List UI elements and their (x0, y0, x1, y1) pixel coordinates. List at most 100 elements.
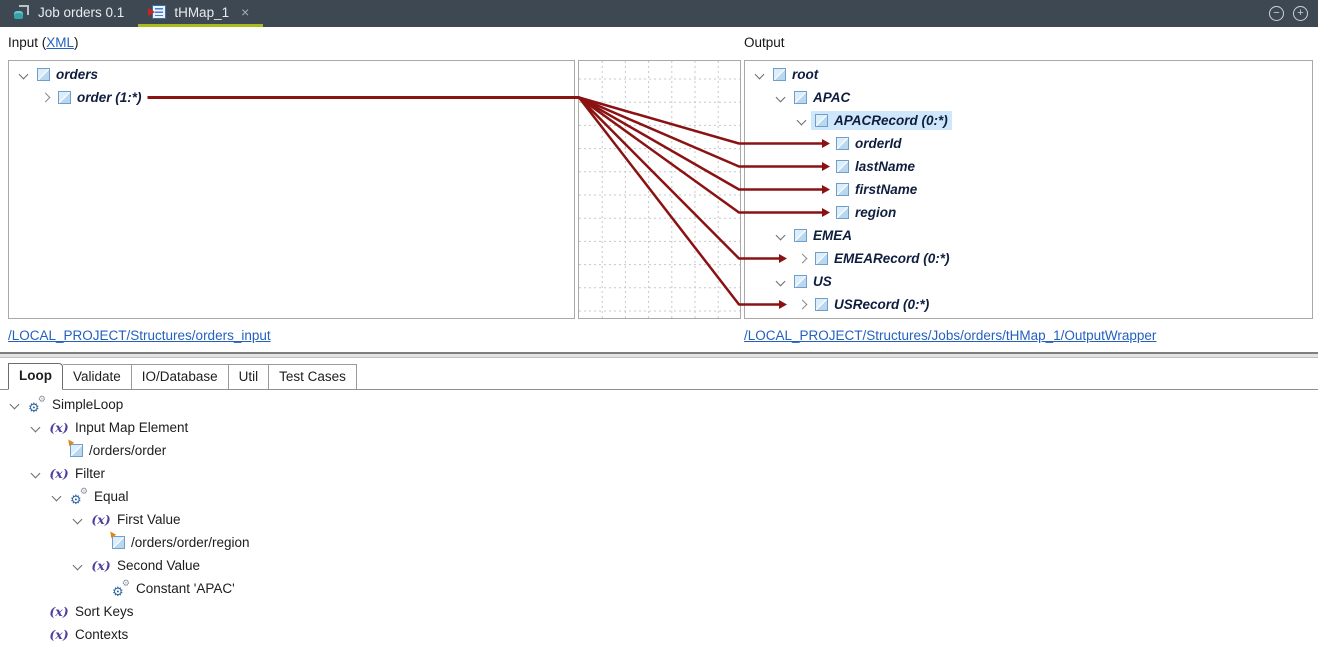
close-icon[interactable]: × (241, 4, 249, 20)
chevron-down-icon[interactable] (48, 485, 66, 508)
tree-item-label: APAC (813, 90, 851, 105)
tree-item-first-value[interactable]: (x) First Value (0, 508, 1318, 531)
output-panel-header: Output (744, 35, 785, 50)
tree-item-contexts[interactable]: (x) Contexts (0, 623, 1318, 646)
mapping-editor: Input (XML) Output orders order (1:*) roo… (0, 27, 1318, 352)
tree-item-label: Contexts (75, 627, 129, 642)
tree-item-equal[interactable]: Equal (0, 485, 1318, 508)
tree-item-firstname[interactable]: firstName (745, 178, 1312, 201)
tree-item-label: EMEARecord (0:*) (834, 251, 950, 266)
editor-tab-thmap-1[interactable]: tHMap_1 × (138, 0, 264, 27)
chevron-down-icon[interactable] (793, 109, 811, 132)
tree-item-core: lastName (832, 157, 919, 176)
editor-tab-label: tHMap_1 (174, 4, 230, 20)
chevron-down-icon[interactable] (15, 63, 33, 86)
tree-item-emearecord-0[interactable]: EMEARecord (0:*) (745, 247, 1312, 270)
tab-util[interactable]: Util (228, 364, 270, 389)
tree-item-core: (x) Sort Keys (45, 602, 138, 621)
element-icon (58, 91, 71, 104)
tree-item-core: order (1:*) (54, 88, 146, 107)
tree-item-core: SimpleLoop (24, 395, 127, 415)
tab-io-database[interactable]: IO/Database (131, 364, 229, 389)
function-icon: (x) (49, 466, 69, 481)
chevron-down-icon[interactable] (751, 63, 769, 86)
tree-item-orders[interactable]: orders (9, 63, 574, 86)
selected-row-highlight: APACRecord (0:*) (811, 111, 952, 130)
editor-tab-label: Job orders 0.1 (38, 4, 125, 20)
tree-item-label: Filter (75, 466, 105, 481)
tree-item-orders-order-region[interactable]: /orders/order/region (0, 531, 1318, 554)
function-icon: (x) (49, 420, 69, 435)
tree-item-lastname[interactable]: lastName (745, 155, 1312, 178)
input-structure-panel: orders order (1:*) (8, 60, 575, 319)
input-structure-path-link[interactable]: /LOCAL_PROJECT/Structures/orders_input (8, 328, 271, 343)
chevron-down-icon[interactable] (772, 224, 790, 247)
properties-section: LoopValidateIO/DatabaseUtilTest Cases Si… (0, 358, 1318, 646)
tree-item-label: SimpleLoop (52, 397, 124, 412)
tree-item-constant-apac[interactable]: Constant 'APAC' (0, 577, 1318, 600)
input-header-label: Input ( (8, 35, 47, 50)
tree-item-simpleloop[interactable]: SimpleLoop (0, 393, 1318, 416)
output-structure-panel: root APAC APACRecord (0:*) orderId lastName f… (744, 60, 1313, 319)
tree-item-label: Second Value (117, 558, 201, 573)
job-icon (14, 5, 30, 19)
tab-validate[interactable]: Validate (63, 364, 132, 389)
hmap-icon (148, 5, 167, 19)
tree-item-order-1[interactable]: order (1:*) (9, 86, 574, 109)
expand-icon[interactable]: + (1293, 6, 1308, 21)
function-icon: (x) (49, 627, 69, 642)
chevron-right-icon[interactable] (793, 293, 811, 316)
tab-test-cases[interactable]: Test Cases (269, 364, 357, 389)
tree-item-core: orderId (832, 134, 906, 153)
element-icon (836, 206, 849, 219)
tree-item-apacrecord-0[interactable]: APACRecord (0:*) (745, 109, 1312, 132)
chevron-down-icon[interactable] (69, 554, 87, 577)
tree-item-input-map-element[interactable]: (x) Input Map Element (0, 416, 1318, 439)
chevron-down-icon[interactable] (69, 508, 87, 531)
chevron-down-icon[interactable] (27, 462, 45, 485)
tree-item-core: (x) First Value (87, 510, 185, 529)
tree-item-core: firstName (832, 180, 921, 199)
tree-item-apac[interactable]: APAC (745, 86, 1312, 109)
tree-item-orderid[interactable]: orderId (745, 132, 1312, 155)
tree-item-second-value[interactable]: (x) Second Value (0, 554, 1318, 577)
tree-item-region[interactable]: region (745, 201, 1312, 224)
chevron-right-icon[interactable] (793, 247, 811, 270)
element-icon (37, 68, 50, 81)
mapping-canvas[interactable] (578, 60, 741, 319)
collapse-icon[interactable]: − (1269, 6, 1284, 21)
tree-item-filter[interactable]: (x) Filter (0, 462, 1318, 485)
chevron-down-icon[interactable] (6, 393, 24, 416)
tree-item-emea[interactable]: EMEA (745, 224, 1312, 247)
tree-item-us[interactable]: US (745, 270, 1312, 293)
tree-item-orders-order[interactable]: /orders/order (0, 439, 1318, 462)
tree-item-label: /orders/order (89, 443, 167, 458)
tree-item-core: /orders/order/region (108, 533, 254, 552)
gears-icon (28, 396, 46, 415)
element-icon (836, 160, 849, 173)
chevron-down-icon[interactable] (772, 270, 790, 293)
properties-tab-bar: Loop Validate IO/Database Util Test Cases (0, 360, 1318, 390)
input-xml-link[interactable]: XML (46, 35, 74, 50)
tree-item-core: Equal (66, 487, 133, 507)
chevron-right-icon[interactable] (36, 86, 54, 109)
chevron-down-icon[interactable] (27, 416, 45, 439)
tree-item-core: (x) Input Map Element (45, 418, 192, 437)
tree-item-usrecord-0[interactable]: USRecord (0:*) (745, 293, 1312, 316)
output-structure-path-link[interactable]: /LOCAL_PROJECT/Structures/Jobs/orders/tH… (744, 328, 1156, 343)
tab-bar-spacer (263, 0, 1269, 27)
tree-item-root[interactable]: root (745, 63, 1312, 86)
tree-item-core: APAC (790, 88, 854, 107)
chevron-down-icon[interactable] (772, 86, 790, 109)
loop-config-tree: SimpleLoop (x) Input Map Element/orders/or… (0, 390, 1318, 646)
tree-item-label: APACRecord (0:*) (834, 113, 948, 128)
tree-item-label: Constant 'APAC' (136, 581, 235, 596)
tab-loop[interactable]: Loop (8, 363, 63, 390)
tree-item-label: firstName (855, 182, 918, 197)
input-panel-header: Input (XML) (8, 35, 79, 50)
tree-item-sort-keys[interactable]: (x) Sort Keys (0, 600, 1318, 623)
editor-tab-job-orders-0-1[interactable]: Job orders 0.1 (0, 0, 138, 27)
